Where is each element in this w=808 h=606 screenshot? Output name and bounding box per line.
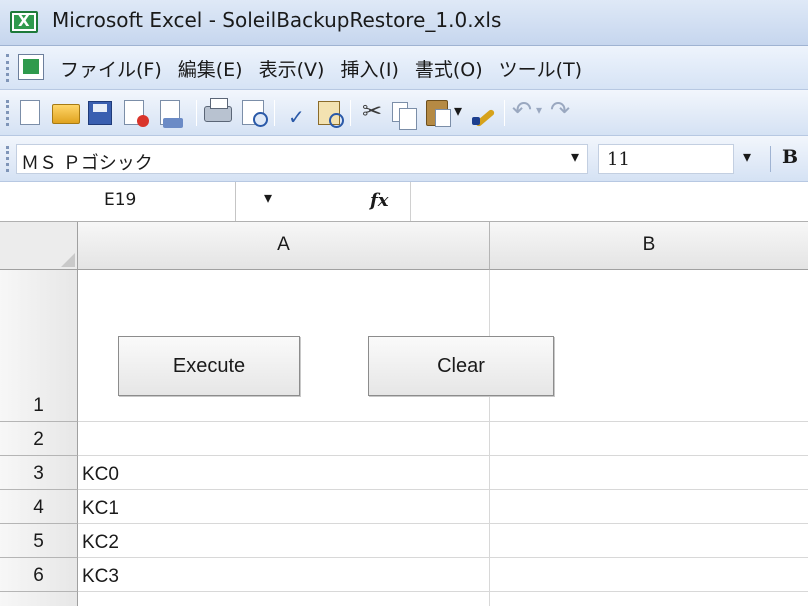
cell-a4[interactable]: KC1 — [78, 490, 490, 524]
cell-b7[interactable] — [490, 592, 808, 606]
cell-b2[interactable] — [490, 422, 808, 456]
menu-edit[interactable]: 編集(E) — [178, 55, 243, 82]
row-header-6[interactable]: 6 — [0, 558, 78, 592]
permission-icon[interactable] — [124, 100, 149, 127]
format-painter-icon[interactable] — [470, 99, 498, 127]
cell-a5[interactable]: KC2 — [78, 524, 490, 558]
new-icon[interactable] — [20, 100, 40, 125]
row-header-3[interactable]: 3 — [0, 456, 78, 490]
name-box[interactable]: E19 — [0, 182, 236, 221]
menu-file[interactable]: ファイル(F) — [60, 55, 162, 82]
row-header-7[interactable] — [0, 592, 78, 606]
row-header-2[interactable]: 2 — [0, 422, 78, 456]
paste-options-arrow-icon[interactable] — [454, 99, 468, 127]
copy-icon[interactable] — [392, 102, 417, 130]
save-icon[interactable] — [88, 101, 112, 125]
row-number: 1 — [33, 395, 44, 416]
row-number: 3 — [33, 463, 44, 484]
undo-dropdown-icon[interactable] — [536, 99, 548, 127]
cell-a3[interactable]: KC0 — [78, 456, 490, 490]
menu-bar: ファイル(F) 編集(E) 表示(V) 挿入(I) 書式(O) ツール(T) — [0, 46, 808, 90]
execute-button[interactable]: Execute — [118, 336, 300, 396]
formula-bar: E19 fx — [0, 182, 808, 222]
redo-icon[interactable] — [550, 96, 578, 127]
font-size-select[interactable]: 11 — [598, 144, 734, 174]
row-number: 4 — [33, 497, 44, 518]
cell-b5[interactable] — [490, 524, 808, 558]
menu-tools[interactable]: ツール(T) — [499, 55, 582, 82]
column-header-b[interactable]: B — [490, 222, 808, 270]
undo-icon[interactable] — [510, 96, 538, 127]
select-all-corner[interactable] — [0, 222, 78, 270]
toolbar-separator — [770, 146, 771, 172]
row-header-4[interactable]: 4 — [0, 490, 78, 524]
font-name-value: ＭＳ Ｐゴシック — [21, 153, 153, 174]
menu-insert[interactable]: 挿入(I) — [340, 55, 398, 82]
cell-value: KC2 — [82, 532, 119, 553]
menu-items: ファイル(F) 編集(E) 表示(V) 挿入(I) 書式(O) ツール(T) — [60, 55, 598, 82]
name-box-dropdown-icon[interactable] — [262, 188, 280, 214]
menu-view[interactable]: 表示(V) — [259, 55, 325, 82]
cell-value: KC3 — [82, 566, 119, 587]
menu-grip-handle[interactable] — [6, 54, 9, 82]
font-size-dropdown-icon[interactable] — [738, 144, 760, 174]
excel-app-icon[interactable] — [10, 11, 38, 33]
spelling-icon[interactable] — [282, 99, 310, 129]
insert-function-icon[interactable]: fx — [370, 190, 388, 211]
cut-icon[interactable] — [360, 97, 388, 127]
open-icon[interactable] — [52, 104, 80, 124]
window-title: Microsoft Excel - SoleilBackupRestore_1.… — [52, 8, 502, 32]
cell-b6[interactable] — [490, 558, 808, 592]
cell-value: KC1 — [82, 498, 119, 519]
row-number: 6 — [33, 565, 44, 586]
font-size-value: 11 — [607, 149, 630, 170]
format-toolbar-grip-handle[interactable] — [6, 146, 9, 172]
toolbar-separator — [350, 100, 351, 126]
paste-icon[interactable] — [426, 100, 451, 127]
fx-label: fx — [370, 190, 389, 211]
cell-a6[interactable]: KC3 — [78, 558, 490, 592]
row-header-1[interactable]: 1 — [0, 270, 78, 422]
formula-input[interactable] — [410, 182, 808, 221]
standard-toolbar — [0, 90, 808, 136]
toolbar-grip-handle[interactable] — [6, 100, 9, 126]
font-name-dropdown-icon[interactable] — [566, 144, 588, 174]
bold-button[interactable]: B — [782, 146, 798, 168]
name-box-value: E19 — [104, 190, 137, 210]
print-icon[interactable] — [204, 98, 232, 122]
row-number: 2 — [33, 429, 44, 450]
document-icon[interactable] — [18, 54, 44, 80]
email-icon[interactable] — [160, 100, 183, 128]
cell-a7[interactable] — [78, 592, 490, 606]
cell-b4[interactable] — [490, 490, 808, 524]
cell-a2[interactable] — [78, 422, 490, 456]
row-header-5[interactable]: 5 — [0, 524, 78, 558]
toolbar-separator — [274, 100, 275, 126]
clear-button[interactable]: Clear — [368, 336, 554, 396]
column-header-a[interactable]: A — [78, 222, 490, 270]
row-number: 5 — [33, 531, 44, 552]
font-name-select[interactable]: ＭＳ Ｐゴシック — [16, 144, 588, 174]
cell-b3[interactable] — [490, 456, 808, 490]
formatting-toolbar: ＭＳ Ｐゴシック 11 B — [0, 136, 808, 182]
print-preview-icon[interactable] — [242, 100, 268, 127]
cell-value: KC0 — [82, 464, 119, 485]
research-icon[interactable] — [318, 101, 344, 128]
toolbar-separator — [196, 100, 197, 126]
toolbar-separator — [504, 100, 505, 126]
title-bar: Microsoft Excel - SoleilBackupRestore_1.… — [0, 0, 808, 46]
menu-format[interactable]: 書式(O) — [415, 55, 483, 82]
